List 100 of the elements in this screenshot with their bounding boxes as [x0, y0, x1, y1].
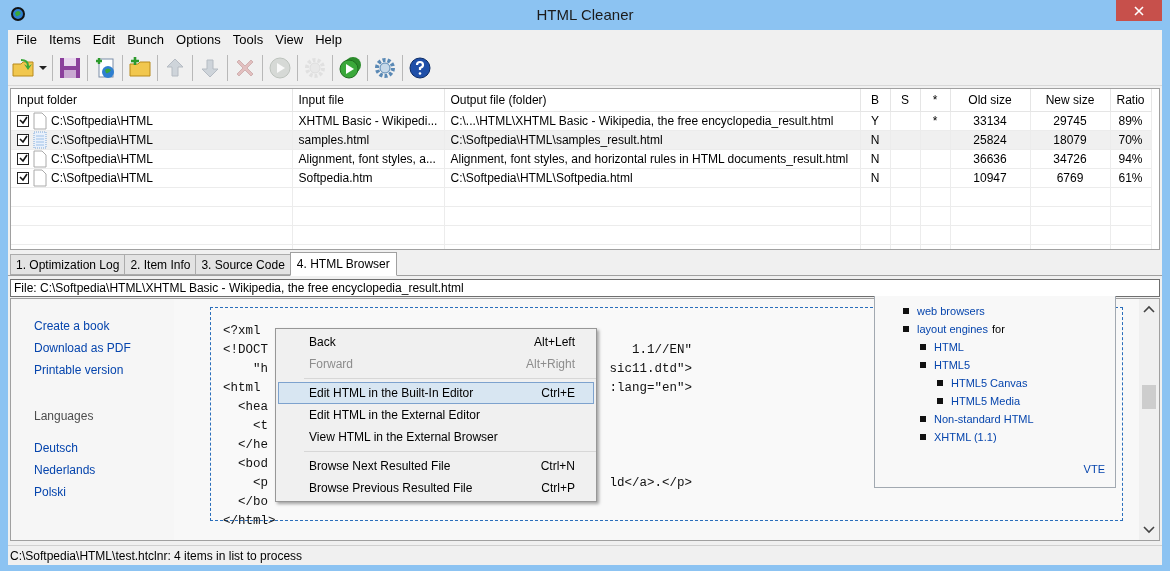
- table-cell: 89%: [1118, 113, 1143, 128]
- shortcut-text: Ctrl+N: [540, 458, 575, 475]
- nav-link[interactable]: Download as PDF: [34, 339, 174, 357]
- list-link[interactable]: Non-standard HTML: [934, 410, 1034, 428]
- list-link[interactable]: XHTML (1.1): [934, 428, 997, 446]
- bullet-icon: [920, 344, 926, 350]
- list-link[interactable]: web browsers: [917, 302, 985, 320]
- table-cell: 94%: [1118, 151, 1143, 166]
- column-header[interactable]: Output file (folder): [444, 89, 860, 111]
- column-header[interactable]: S: [890, 89, 920, 111]
- code-line: 1.1//EN": [632, 343, 692, 358]
- shortcut-text: Alt+Right: [525, 356, 575, 373]
- table-cell: N: [870, 170, 880, 185]
- menu-item[interactable]: Tools: [226, 30, 270, 50]
- code-line: </bo: [237, 495, 268, 510]
- language-link[interactable]: Deutsch: [34, 439, 174, 457]
- table-cell: samples.html: [298, 132, 370, 147]
- tab[interactable]: 4. HTML Browser: [289, 252, 397, 276]
- close-button[interactable]: [1116, 0, 1162, 21]
- column-header[interactable]: New size: [1030, 89, 1110, 111]
- menu-item[interactable]: Edit: [86, 30, 122, 50]
- table-cell: Alignment, font styles, a...: [298, 151, 436, 166]
- play-circles-icon: [338, 55, 362, 80]
- list-link[interactable]: HTML5: [934, 356, 971, 374]
- code-line: </he: [237, 438, 268, 453]
- language-link[interactable]: Polski: [34, 483, 174, 501]
- vte-link[interactable]: VTE: [1083, 460, 1105, 477]
- grid-document-icon: [33, 130, 47, 148]
- menu-item[interactable]: Help: [309, 30, 348, 50]
- scroll-up-icon[interactable]: [1143, 305, 1155, 313]
- list-link[interactable]: HTML5 Media: [951, 392, 1021, 410]
- column-header[interactable]: Input folder: [11, 89, 292, 111]
- folder-plus-icon: [128, 55, 152, 80]
- code-line: sic11.dtd">: [609, 362, 692, 377]
- code-line: </html>: [223, 514, 276, 529]
- tab[interactable]: 1. Optimization Log: [10, 254, 126, 275]
- shortcut-text: Ctrl+P: [541, 480, 575, 497]
- checkbox[interactable]: [17, 133, 29, 146]
- column-header[interactable]: Old size: [950, 89, 1030, 111]
- list-link[interactable]: layout engines: [917, 320, 988, 338]
- table-cell: 70%: [1118, 132, 1143, 147]
- bullet-icon: [937, 398, 943, 404]
- table-cell: C:\Softpedia\HTML\Softpedia.html: [450, 170, 633, 185]
- tab[interactable]: 2. Item Info: [124, 254, 197, 275]
- menu-item[interactable]: File: [10, 30, 43, 50]
- menu-item[interactable]: Edit HTML in the Built-In Editor Ctrl+E: [278, 382, 594, 404]
- code-line: <t: [252, 419, 268, 434]
- menu-item[interactable]: View HTML in the External Browser: [278, 426, 594, 448]
- column-header[interactable]: *: [920, 89, 950, 111]
- table-cell: 33134: [973, 113, 1007, 128]
- close-icon: [1134, 5, 1144, 16]
- settings-icon: [373, 55, 397, 80]
- vertical-scrollbar[interactable]: [1139, 299, 1159, 540]
- menu-item[interactable]: Browse Previous Resulted File Ctrl+P: [278, 477, 594, 499]
- menu-item[interactable]: Bunch: [121, 30, 171, 50]
- column-header[interactable]: Input file: [292, 89, 444, 111]
- nav-link[interactable]: Printable version: [34, 361, 174, 379]
- language-link[interactable]: Nederlands: [34, 461, 174, 479]
- help-icon: [408, 55, 432, 80]
- checkbox[interactable]: [17, 114, 29, 127]
- list-link[interactable]: HTML: [934, 338, 964, 356]
- document-icon: [33, 149, 47, 167]
- column-header[interactable]: Ratio: [1110, 89, 1151, 111]
- scroll-thumb[interactable]: [1142, 385, 1156, 409]
- table-cell: 34726: [1053, 151, 1087, 166]
- table-cell: N: [870, 151, 880, 166]
- checkbox[interactable]: [17, 171, 29, 184]
- shortcut-text: Ctrl+E: [541, 385, 575, 402]
- table-cell-text: C:\Softpedia\HTML: [51, 150, 154, 167]
- table-cell: 36636: [973, 151, 1007, 166]
- dropdown-caret-icon: [39, 65, 47, 70]
- code-line: "h: [252, 362, 268, 377]
- table-cell: Alignment, font styles, and horizontal rules in HTML documents_result.html: [450, 151, 849, 166]
- list-link[interactable]: HTML5 Canvas: [951, 374, 1028, 392]
- scroll-down-icon[interactable]: [1143, 526, 1155, 534]
- table-cell: 10947: [973, 170, 1007, 185]
- list-text: for: [991, 321, 1005, 337]
- table-cell: C:\...\HTML\XHTML Basic - Wikipedia, the free encyclopedia_result.html: [450, 113, 834, 128]
- file-path-field[interactable]: File: C:\Softpedia\HTML\XHTML Basic - Wikipedia, the free encyclopedia_result.html: [10, 279, 1160, 297]
- menu-item[interactable]: Items: [42, 30, 87, 50]
- code-line: <html: [223, 381, 261, 396]
- bullet-icon: [903, 326, 909, 332]
- play-icon: [268, 55, 292, 80]
- menu-item[interactable]: Browse Next Resulted File Ctrl+N: [278, 455, 594, 477]
- document-icon: [33, 111, 47, 129]
- code-line: <?xml: [223, 324, 261, 339]
- window-title: HTML Cleaner: [536, 4, 634, 25]
- menu-item[interactable]: Back Alt+Left: [278, 331, 594, 353]
- tab[interactable]: 3. Source Code: [195, 254, 291, 275]
- languages-heading: Languages: [34, 408, 95, 425]
- table-cell: Softpedia.htm: [298, 170, 373, 185]
- checkbox[interactable]: [17, 152, 29, 165]
- menu-item[interactable]: Edit HTML in the External Editor: [278, 404, 594, 426]
- nav-link[interactable]: Create a book: [34, 317, 174, 335]
- table-cell: 29745: [1053, 113, 1087, 128]
- column-header[interactable]: B: [860, 89, 890, 111]
- menu-item[interactable]: View: [269, 30, 310, 50]
- document-icon: [33, 168, 47, 186]
- bullet-icon: [937, 380, 943, 386]
- menu-item[interactable]: Options: [170, 30, 227, 50]
